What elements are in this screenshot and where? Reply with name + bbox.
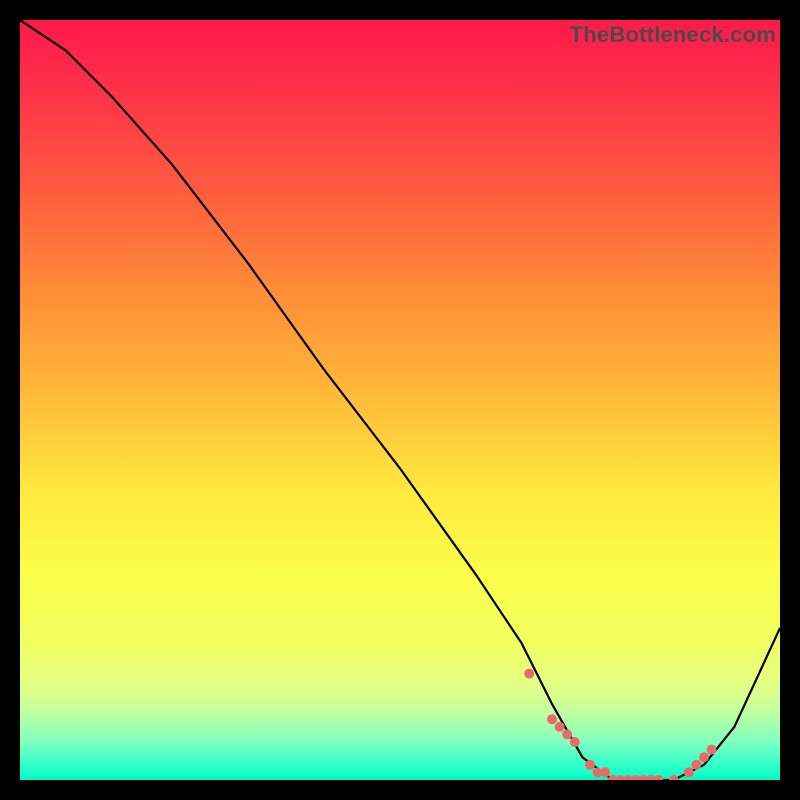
data-marker xyxy=(707,745,717,755)
data-marker xyxy=(555,722,565,732)
plot-area: TheBottleneck.com xyxy=(20,20,780,780)
data-marker xyxy=(653,775,663,780)
data-marker xyxy=(562,729,572,739)
data-marker xyxy=(570,737,580,747)
chart-frame: TheBottleneck.com xyxy=(0,0,800,800)
data-marker xyxy=(669,775,679,780)
data-markers xyxy=(524,669,716,780)
data-marker xyxy=(585,760,595,770)
data-marker xyxy=(524,669,534,679)
data-marker xyxy=(691,760,701,770)
line-curve xyxy=(20,20,780,780)
data-marker xyxy=(600,767,610,777)
data-marker xyxy=(547,714,557,724)
data-marker xyxy=(699,752,709,762)
data-marker xyxy=(684,767,694,777)
chart-svg xyxy=(20,20,780,780)
